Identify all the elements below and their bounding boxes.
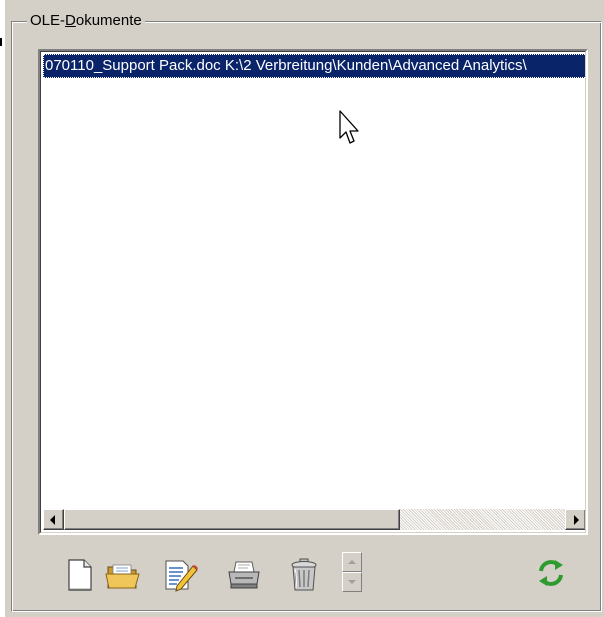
groupbox-title-rest: okumente [75,12,142,29]
open-folder-button[interactable] [105,555,141,595]
down-arrow-icon [348,580,356,584]
edit-document-button[interactable] [163,555,199,595]
ole-documents-listbox[interactable]: 070110_Support Pack.doc K:\2 Verbreitung… [38,49,588,535]
new-document-button[interactable] [62,555,98,595]
horizontal-scrollbar[interactable] [43,509,585,530]
groupbox-title-mnemonic: D [65,12,76,29]
move-down-button[interactable] [342,572,362,592]
scroll-thumb[interactable] [64,509,400,530]
new-document-icon [68,559,92,591]
refresh-icon [539,560,563,586]
open-folder-icon [105,564,140,589]
groupbox-title: OLE-Dokumente [27,12,145,30]
scroll-left-arrow-icon [50,515,55,525]
edge-marker [0,38,2,46]
up-arrow-icon [348,560,356,564]
reorder-spinner[interactable] [342,552,362,592]
left-edge-strip [0,0,5,617]
list-item[interactable]: 070110_Support Pack.doc K:\2 Verbreitung… [43,54,585,78]
printer-icon [228,561,260,589]
groupbox-title-prefix: OLE- [30,12,66,29]
trash-icon [291,558,317,591]
scroll-left-button[interactable] [43,509,64,530]
print-button[interactable] [226,555,262,595]
refresh-button[interactable] [533,553,569,593]
ole-documents-panel: OLE-Dokumente 070110_Support Pack.doc K:… [0,0,604,617]
listbox-client-area: 070110_Support Pack.doc K:\2 Verbreitung… [40,51,586,533]
scroll-right-arrow-icon [574,515,579,525]
scroll-right-button[interactable] [565,509,585,530]
mouse-pointer-icon [339,110,359,144]
delete-button[interactable] [286,555,322,595]
edit-document-icon [165,560,198,592]
move-up-button[interactable] [342,552,362,572]
